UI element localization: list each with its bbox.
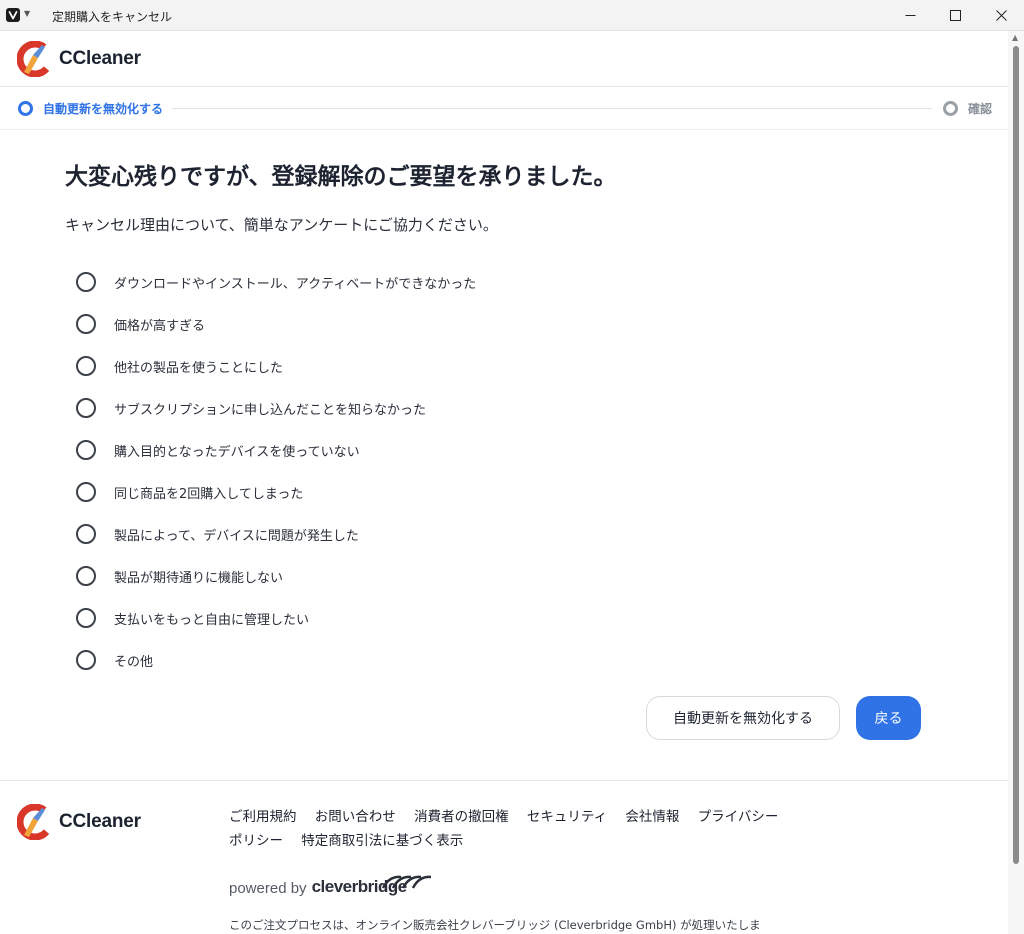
footer-divider: [0, 780, 1008, 781]
progress-stepper: 自動更新を無効化する 確認: [0, 87, 1008, 130]
vivaldi-app-icon[interactable]: [6, 8, 20, 22]
radio-button[interactable]: [76, 482, 96, 502]
footer-link-terms[interactable]: ご利用規約: [229, 809, 297, 825]
reason-label: 購入目的となったデバイスを使っていない: [114, 444, 360, 460]
reason-option-unaware-subscription[interactable]: サブスクリプションに申し込んだことを知らなかった: [76, 387, 776, 429]
powered-by-cleverbridge: powered by cleverbridge: [229, 875, 432, 897]
footer-links: ご利用規約 お問い合わせ 消費者の撤回権 セキュリティ 会社情報 プライバシーポ…: [229, 805, 789, 853]
app-menu-chevron-down-icon[interactable]: ▼: [24, 9, 30, 18]
reason-option-device-problem[interactable]: 製品によって、デバイスに問題が発生した: [76, 513, 776, 555]
reason-option-device-unused[interactable]: 購入目的となったデバイスを使っていない: [76, 429, 776, 471]
footer-link-security[interactable]: セキュリティ: [527, 809, 607, 825]
radio-button[interactable]: [76, 314, 96, 334]
scrollbar-thumb[interactable]: [1013, 46, 1019, 864]
reason-option-switched-product[interactable]: 他社の製品を使うことにした: [76, 345, 776, 387]
minimize-icon: [905, 15, 915, 16]
footer-link-commercial-law[interactable]: 特定商取引法に基づく表示: [301, 833, 463, 849]
close-window-button[interactable]: [978, 0, 1024, 31]
footer-logo-text: CCleaner: [59, 811, 141, 832]
reason-option-other[interactable]: その他: [76, 639, 776, 681]
reason-option-duplicate-purchase[interactable]: 同じ商品を2回購入してしまった: [76, 471, 776, 513]
radio-button[interactable]: [76, 440, 96, 460]
reason-label: サブスクリプションに申し込んだことを知らなかった: [114, 402, 427, 418]
footer-logo: CCleaner: [17, 804, 141, 840]
reason-option-too-expensive[interactable]: 価格が高すぎる: [76, 303, 776, 345]
page-title: 大変心残りですが、登録解除のご要望を承りました。: [65, 164, 617, 190]
header-logo[interactable]: CCleaner: [17, 41, 141, 77]
minimize-button[interactable]: [887, 0, 933, 31]
disable-auto-renewal-button[interactable]: 自動更新を無効化する: [646, 696, 840, 740]
footer-link-company[interactable]: 会社情報: [625, 809, 679, 825]
cleverbridge-arc-icon: [381, 875, 432, 889]
radio-button[interactable]: [76, 608, 96, 628]
reason-option-payment-control[interactable]: 支払いをもっと自由に管理したい: [76, 597, 776, 639]
cancellation-reason-list: ダウンロードやインストール、アクティベートができなかった 価格が高すぎる 他社の…: [76, 261, 776, 681]
close-icon: [995, 10, 1007, 21]
scroll-up-arrow-icon[interactable]: ▲: [1012, 33, 1018, 42]
radio-button[interactable]: [76, 566, 96, 586]
window-title: 定期購入をキャンセル: [52, 10, 173, 24]
page-content: CCleaner 自動更新を無効化する 確認 大変心残りですが、登録解除のご要望…: [0, 31, 1024, 934]
radio-button[interactable]: [76, 650, 96, 670]
ccleaner-logo-icon: [17, 41, 54, 77]
step2-indicator-icon: [943, 101, 958, 116]
header-logo-text: CCleaner: [59, 48, 141, 69]
reason-label: 製品が期待通りに機能しない: [114, 570, 284, 586]
radio-button[interactable]: [76, 356, 96, 376]
step2-label: 確認: [968, 102, 993, 116]
radio-button[interactable]: [76, 272, 96, 292]
reason-label: ダウンロードやインストール、アクティベートができなかった: [114, 276, 477, 292]
step-connector: [172, 108, 932, 109]
maximize-button[interactable]: [932, 0, 978, 31]
footer-processing-note: このご注文プロセスは、オンライン販売会社クレバーブリッジ (Cleverbrid…: [229, 918, 761, 932]
window-titlebar: ▼ 定期購入をキャンセル: [0, 0, 1024, 31]
radio-button[interactable]: [76, 524, 96, 544]
brand-header: CCleaner: [0, 31, 1008, 87]
reason-option-not-working[interactable]: 製品が期待通りに機能しない: [76, 555, 776, 597]
step1-label: 自動更新を無効化する: [43, 102, 164, 116]
footer-link-withdrawal[interactable]: 消費者の撤回権: [414, 809, 509, 825]
reason-label: 支払いをもっと自由に管理したい: [114, 612, 310, 628]
reason-label: 価格が高すぎる: [114, 318, 206, 334]
powered-by-text: powered by: [229, 880, 307, 897]
survey-prompt: キャンセル理由について、簡単なアンケートにご協力ください。: [65, 216, 498, 234]
step1-indicator-icon: [18, 101, 33, 116]
reason-label: 同じ商品を2回購入してしまった: [114, 486, 304, 502]
reason-option-install-failed[interactable]: ダウンロードやインストール、アクティベートができなかった: [76, 261, 776, 303]
ccleaner-logo-icon: [17, 804, 54, 840]
reason-label: 他社の製品を使うことにした: [114, 360, 284, 376]
vertical-scrollbar[interactable]: ▲: [1008, 31, 1024, 934]
reason-label: その他: [114, 654, 154, 670]
maximize-icon: [949, 10, 961, 21]
footer-link-contact[interactable]: お問い合わせ: [315, 809, 396, 825]
back-button[interactable]: 戻る: [856, 696, 921, 740]
reason-label: 製品によって、デバイスに問題が発生した: [114, 528, 359, 544]
radio-button[interactable]: [76, 398, 96, 418]
